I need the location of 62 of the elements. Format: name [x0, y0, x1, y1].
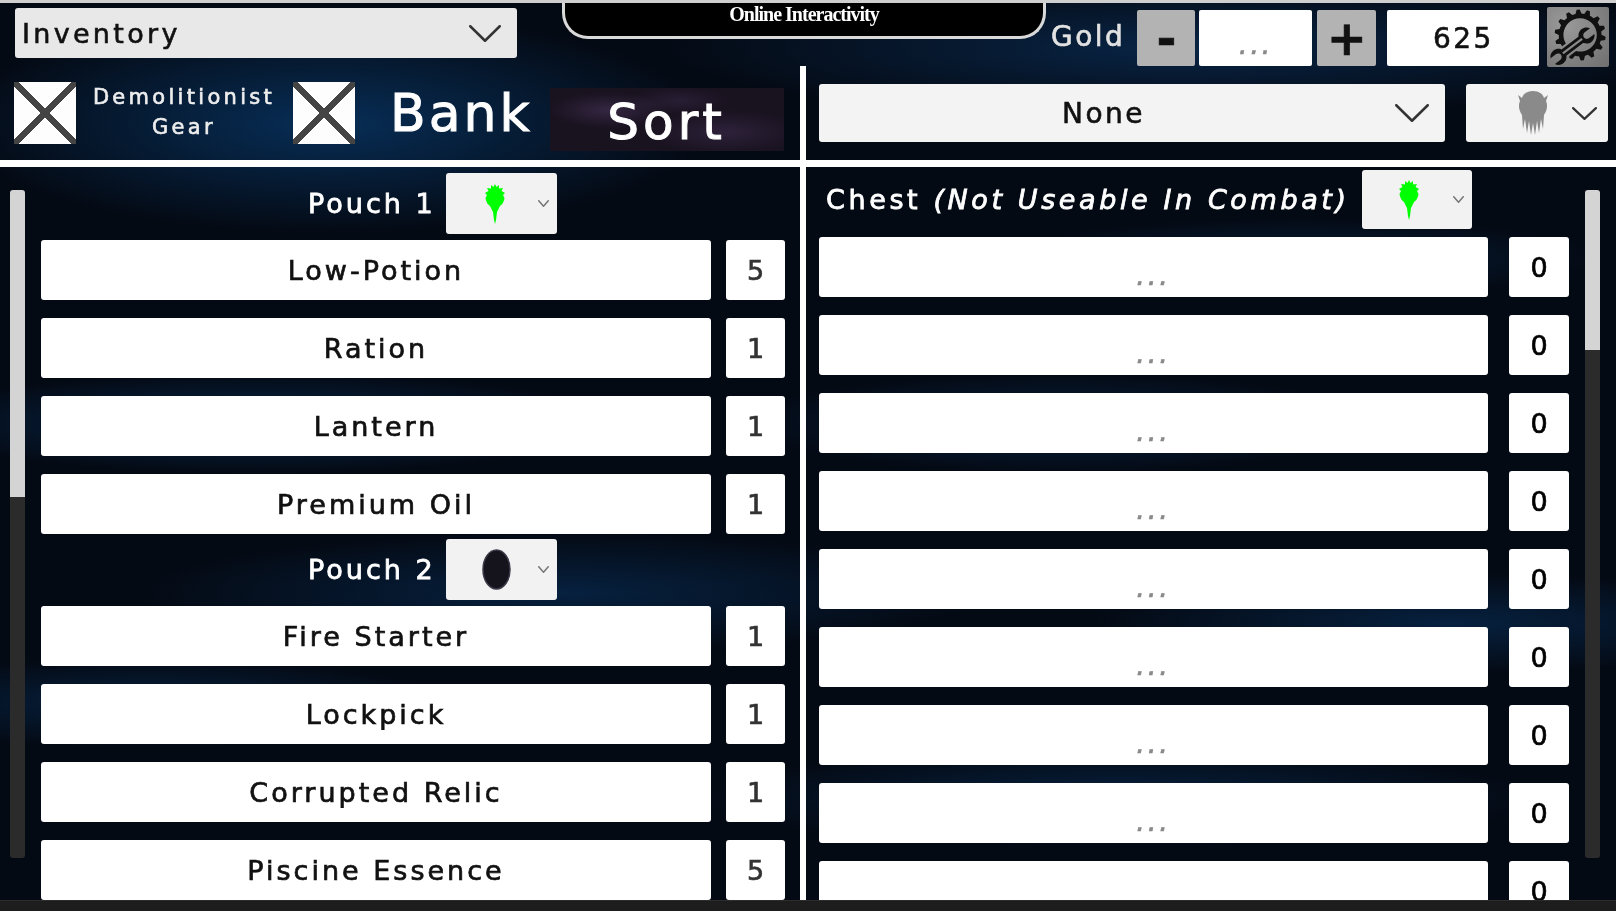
- item-count-field[interactable]: 1: [726, 474, 785, 534]
- slot-count-field[interactable]: 0: [1509, 705, 1569, 765]
- item-name-field[interactable]: Premium Oil: [41, 474, 711, 534]
- checkbox-label: Demolitionist Gear: [91, 84, 277, 141]
- chevron-down-icon: [1395, 104, 1429, 122]
- chest-heading: Chest (Not Useable In Combat): [826, 184, 1350, 215]
- slot-count-field[interactable]: 0: [1509, 471, 1569, 531]
- item-name-field[interactable]: Lantern: [41, 396, 711, 456]
- slot-name-field[interactable]: ...: [819, 315, 1488, 375]
- decrease-button[interactable]: -: [1137, 10, 1196, 66]
- marker-dropdown[interactable]: [445, 173, 557, 234]
- item-count-field[interactable]: 5: [726, 240, 785, 300]
- section-dropdown[interactable]: Inventory: [15, 8, 517, 58]
- slot-count-field[interactable]: 0: [1509, 783, 1569, 843]
- chevron-down-icon: [469, 24, 501, 42]
- slot-name-field[interactable]: ...: [819, 393, 1488, 453]
- item-count-field[interactable]: 5: [726, 840, 785, 900]
- checkbox[interactable]: [14, 82, 76, 144]
- scrollbar[interactable]: [1585, 190, 1600, 858]
- slot-name-field[interactable]: ...: [819, 237, 1488, 297]
- chevron-down-icon: [1572, 106, 1597, 120]
- bank-label: Bank: [390, 82, 533, 144]
- increase-button[interactable]: +: [1317, 10, 1377, 66]
- slot-count-field[interactable]: 0: [1509, 861, 1569, 900]
- item-count-field[interactable]: 1: [726, 396, 785, 456]
- marker-dropdown[interactable]: [1361, 170, 1472, 229]
- chevron-down-icon: [1452, 196, 1464, 203]
- slot-count-field[interactable]: 0: [1509, 393, 1569, 453]
- pouch-heading: Pouch 1: [308, 188, 436, 219]
- slot-count-field[interactable]: 0: [1509, 627, 1569, 687]
- item-count-field[interactable]: 1: [726, 762, 785, 822]
- chevron-down-icon: [537, 566, 549, 573]
- item-count-field[interactable]: 1: [726, 318, 785, 378]
- item-count-field[interactable]: 1: [726, 606, 785, 666]
- slot-name-field[interactable]: ...: [819, 705, 1488, 765]
- filter-dropdown[interactable]: None: [819, 84, 1445, 142]
- icon-dropdown[interactable]: [1466, 84, 1608, 142]
- settings-button[interactable]: [1547, 7, 1610, 67]
- checkbox[interactable]: [293, 82, 355, 144]
- scrollbar[interactable]: [10, 190, 25, 858]
- slot-name-field[interactable]: ...: [819, 471, 1488, 531]
- slot-count-field[interactable]: 0: [1509, 315, 1569, 375]
- app-title-banner: Online Interactivity: [562, 3, 1046, 39]
- pouch-heading: Pouch 2: [308, 554, 436, 585]
- item-name-field[interactable]: Lockpick: [41, 684, 711, 744]
- sort-button[interactable]: Sort: [549, 88, 784, 151]
- marker-dropdown[interactable]: [445, 539, 557, 600]
- item-name-field[interactable]: Corrupted Relic: [41, 762, 711, 822]
- coin-total-field[interactable]: 625: [1387, 10, 1540, 66]
- slot-name-field[interactable]: ...: [819, 783, 1488, 843]
- coin-label: Gold: [1051, 20, 1126, 53]
- item-count-field[interactable]: 1: [726, 684, 785, 744]
- slot-count-field[interactable]: 0: [1509, 237, 1569, 297]
- item-name-field[interactable]: Fire Starter: [41, 606, 711, 666]
- slot-name-field[interactable]: ...: [819, 549, 1488, 609]
- item-name-field[interactable]: Ration: [41, 318, 711, 378]
- item-name-field[interactable]: Low-Potion: [41, 240, 711, 300]
- slot-count-field[interactable]: 0: [1509, 549, 1569, 609]
- chevron-down-icon: [537, 200, 549, 207]
- slot-name-field[interactable]: ...: [819, 627, 1488, 687]
- coin-amount-field[interactable]: ...: [1199, 10, 1313, 66]
- item-name-field[interactable]: Piscine Essence: [41, 840, 711, 900]
